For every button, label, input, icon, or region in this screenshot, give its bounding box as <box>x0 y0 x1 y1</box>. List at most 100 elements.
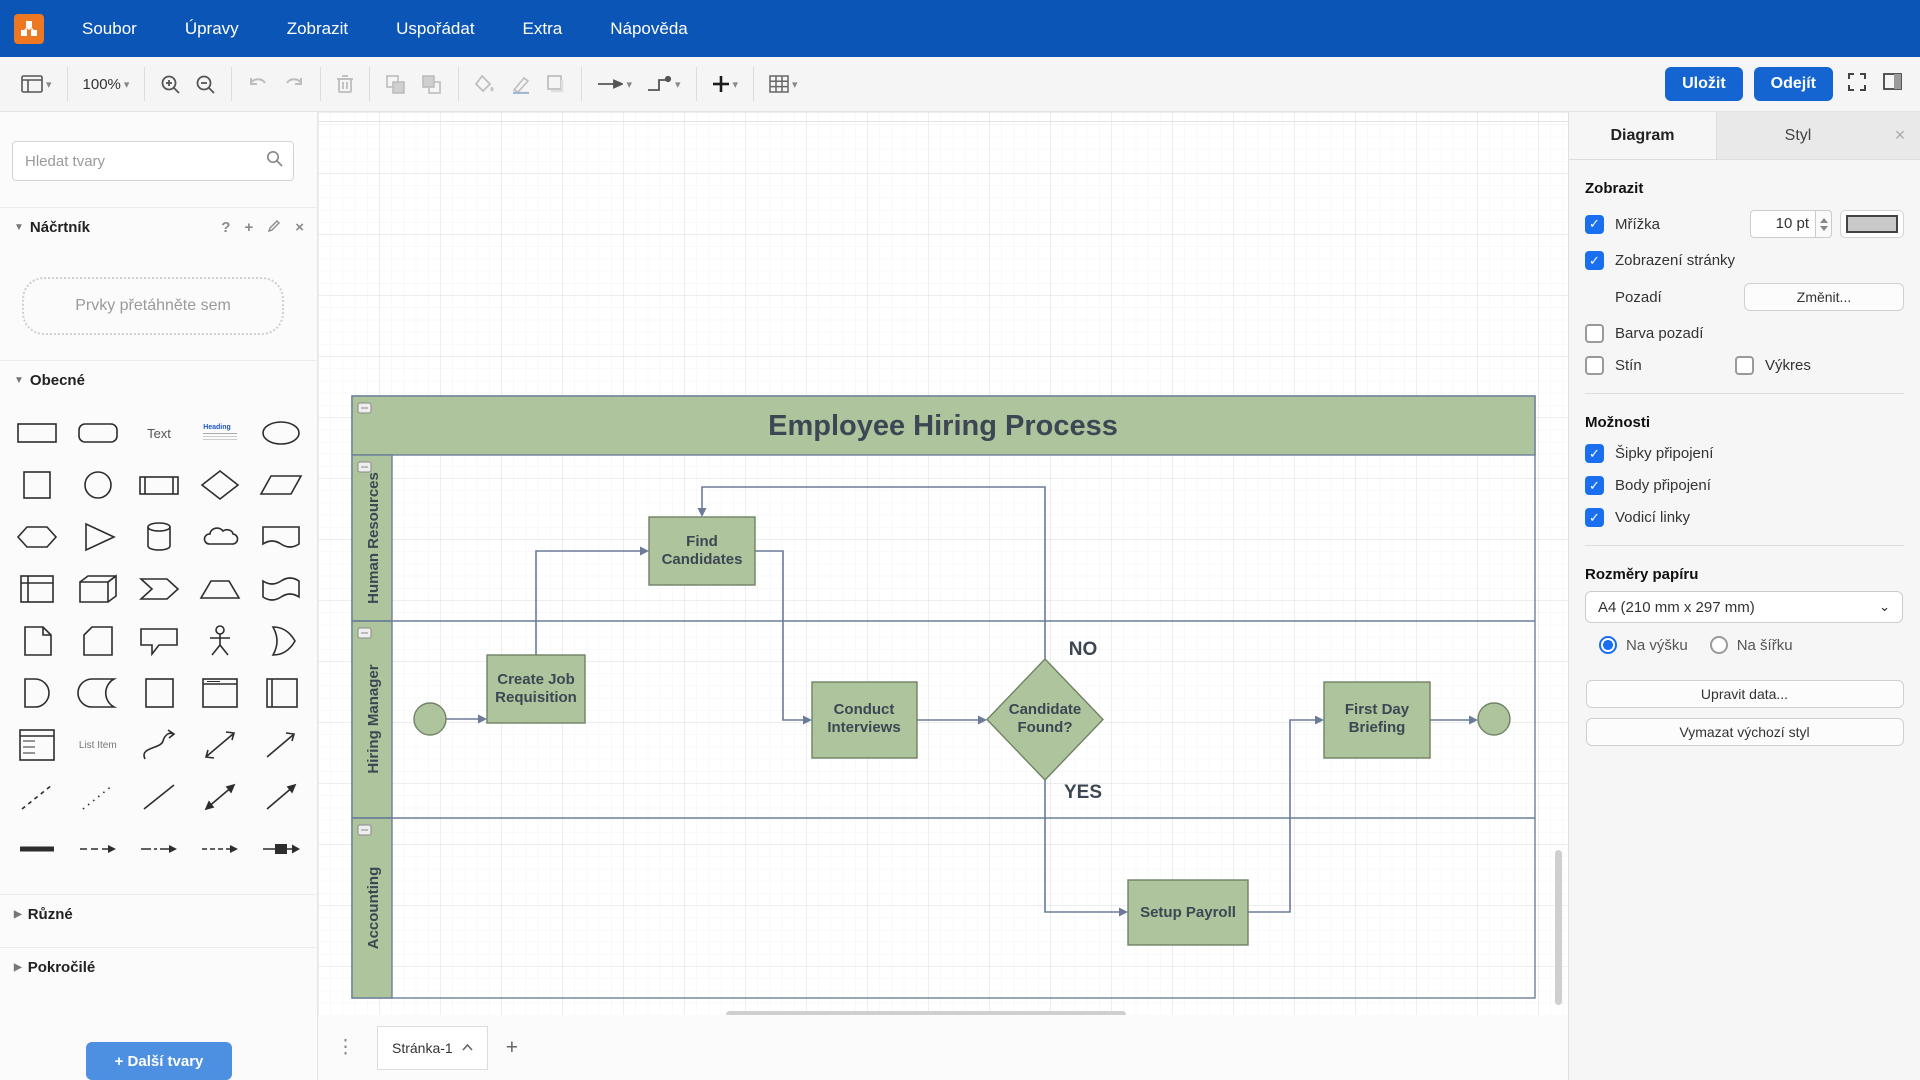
lane-label-hm[interactable]: Hiring Manager <box>365 664 382 773</box>
shape-cylinder[interactable] <box>128 511 189 563</box>
shape-trapezoid[interactable] <box>190 563 251 615</box>
shape-rounded-rectangle[interactable] <box>67 407 128 459</box>
shape-search-input[interactable] <box>13 153 266 170</box>
shape-process[interactable] <box>128 459 189 511</box>
connector-style-button[interactable]: ▾ <box>639 65 688 103</box>
menu-napoveda[interactable]: Nápověda <box>586 0 712 57</box>
format-panel-toggle-icon[interactable] <box>1883 73 1902 95</box>
page-view-checkbox[interactable]: ✓ <box>1585 251 1604 270</box>
shape-dotted-line[interactable] <box>67 771 128 823</box>
insert-button[interactable]: ▾ <box>705 65 746 103</box>
more-shapes-button[interactable]: + Další tvary <box>86 1042 232 1080</box>
section-misc[interactable]: ▶ Různé <box>0 894 318 934</box>
shape-arrow-shape[interactable] <box>251 719 312 771</box>
menu-soubor[interactable]: Soubor <box>58 0 161 57</box>
lane-label-acct[interactable]: Accounting <box>365 867 382 950</box>
shape-list[interactable] <box>6 719 67 771</box>
shape-double-arrow-line[interactable] <box>190 771 251 823</box>
section-advanced[interactable]: ▶ Pokročilé <box>0 947 318 987</box>
section-general[interactable]: ▼ Obecné <box>0 360 318 400</box>
shape-textbox[interactable]: Heading <box>190 407 251 459</box>
shadow-checkbox[interactable] <box>1585 356 1604 375</box>
shape-cube[interactable] <box>67 563 128 615</box>
shape-diamond[interactable] <box>190 459 251 511</box>
shape-card[interactable] <box>67 615 128 667</box>
shape-document[interactable] <box>251 511 312 563</box>
shape-curve[interactable] <box>128 719 189 771</box>
waypoint-style-button[interactable]: ▾ <box>590 65 639 103</box>
vertical-scrollbar[interactable] <box>1555 850 1562 1005</box>
shape-dashed-arrow-3[interactable] <box>190 823 251 875</box>
shape-rectangle[interactable] <box>6 407 67 459</box>
zoom-out-button[interactable] <box>188 65 223 103</box>
add-page-button[interactable]: + <box>506 1036 518 1060</box>
shape-cloud[interactable] <box>190 511 251 563</box>
portrait-radio[interactable] <box>1599 636 1617 654</box>
exit-button[interactable]: Odejít <box>1754 67 1833 101</box>
fill-color-button[interactable] <box>467 65 503 103</box>
shape-parallelogram[interactable] <box>251 459 312 511</box>
connection-arrows-checkbox[interactable]: ✓ <box>1585 444 1604 463</box>
fullscreen-icon[interactable] <box>1847 72 1867 97</box>
scratchpad-drop-area[interactable]: Prvky přetáhněte sem <box>22 277 284 335</box>
grid-size-input[interactable]: 10 pt <box>1750 210 1816 238</box>
close-icon[interactable]: × <box>295 219 304 237</box>
save-button[interactable]: Uložit <box>1665 67 1743 101</box>
shape-search[interactable] <box>12 141 294 181</box>
shape-and[interactable] <box>6 667 67 719</box>
lane-label-hr[interactable]: Human Resources <box>365 472 382 604</box>
shape-step[interactable] <box>128 563 189 615</box>
shape-dashed-line[interactable] <box>6 771 67 823</box>
page-tab[interactable]: Stránka-1 <box>377 1026 488 1070</box>
shape-arrow-line[interactable] <box>251 771 312 823</box>
shape-bidirectional-arrow[interactable] <box>190 719 251 771</box>
shape-internal-storage[interactable] <box>6 563 67 615</box>
redo-button[interactable] <box>276 65 312 103</box>
connection-points-checkbox[interactable]: ✓ <box>1585 476 1604 495</box>
delete-button[interactable] <box>329 65 361 103</box>
shape-ellipse[interactable] <box>251 407 312 459</box>
tab-style[interactable]: Styl <box>1717 112 1879 159</box>
zoom-level-button[interactable]: 100%▾ <box>76 65 137 103</box>
to-front-button[interactable] <box>378 65 414 103</box>
help-icon[interactable]: ? <box>221 219 230 237</box>
menu-usporadat[interactable]: Uspořádat <box>372 0 498 57</box>
shape-vertical-container[interactable] <box>251 667 312 719</box>
to-back-button[interactable] <box>414 65 450 103</box>
shape-container[interactable] <box>190 667 251 719</box>
scratchpad-header[interactable]: ▼ Náčrtník ? + × <box>0 207 318 247</box>
shape-data-storage[interactable] <box>67 667 128 719</box>
pages-menu-icon[interactable]: ⋮ <box>336 1036 355 1059</box>
shape-square-plain[interactable] <box>128 667 189 719</box>
guides-checkbox[interactable]: ✓ <box>1585 508 1604 527</box>
shape-or[interactable] <box>251 615 312 667</box>
shape-connector-symbol[interactable] <box>251 823 312 875</box>
tab-diagram[interactable]: Diagram <box>1569 112 1717 159</box>
drawing-canvas[interactable]: Employee Hiring Process Human Resources … <box>318 112 1568 1080</box>
zoom-in-button[interactable] <box>153 65 188 103</box>
shape-actor[interactable] <box>190 615 251 667</box>
grid-size-spinner[interactable] <box>1816 210 1832 238</box>
shape-tape[interactable] <box>251 563 312 615</box>
edit-data-button[interactable]: Upravit data... <box>1586 680 1904 708</box>
change-background-button[interactable]: Změnit... <box>1744 283 1904 311</box>
shadow-button[interactable] <box>539 65 573 103</box>
sketch-checkbox[interactable] <box>1735 356 1754 375</box>
menu-extra[interactable]: Extra <box>499 0 587 57</box>
grid-checkbox[interactable]: ✓ <box>1585 215 1604 234</box>
menu-zobrazit[interactable]: Zobrazit <box>263 0 372 57</box>
grid-color-swatch[interactable] <box>1840 210 1904 238</box>
shape-triangle[interactable] <box>67 511 128 563</box>
landscape-radio[interactable] <box>1710 636 1728 654</box>
view-panels-button[interactable]: ▾ <box>14 65 59 103</box>
pool-title[interactable]: Employee Hiring Process <box>768 410 1118 442</box>
clear-default-style-button[interactable]: Vymazat výchozí styl <box>1586 718 1904 746</box>
menu-upravy[interactable]: Úpravy <box>161 0 263 57</box>
edit-pencil-icon[interactable] <box>267 219 281 237</box>
table-button[interactable]: ▾ <box>762 65 805 103</box>
shape-link[interactable] <box>6 823 67 875</box>
line-color-button[interactable] <box>503 65 539 103</box>
shape-dashed-arrow-2[interactable] <box>128 823 189 875</box>
shape-line[interactable] <box>128 771 189 823</box>
shape-dashed-arrow[interactable] <box>67 823 128 875</box>
